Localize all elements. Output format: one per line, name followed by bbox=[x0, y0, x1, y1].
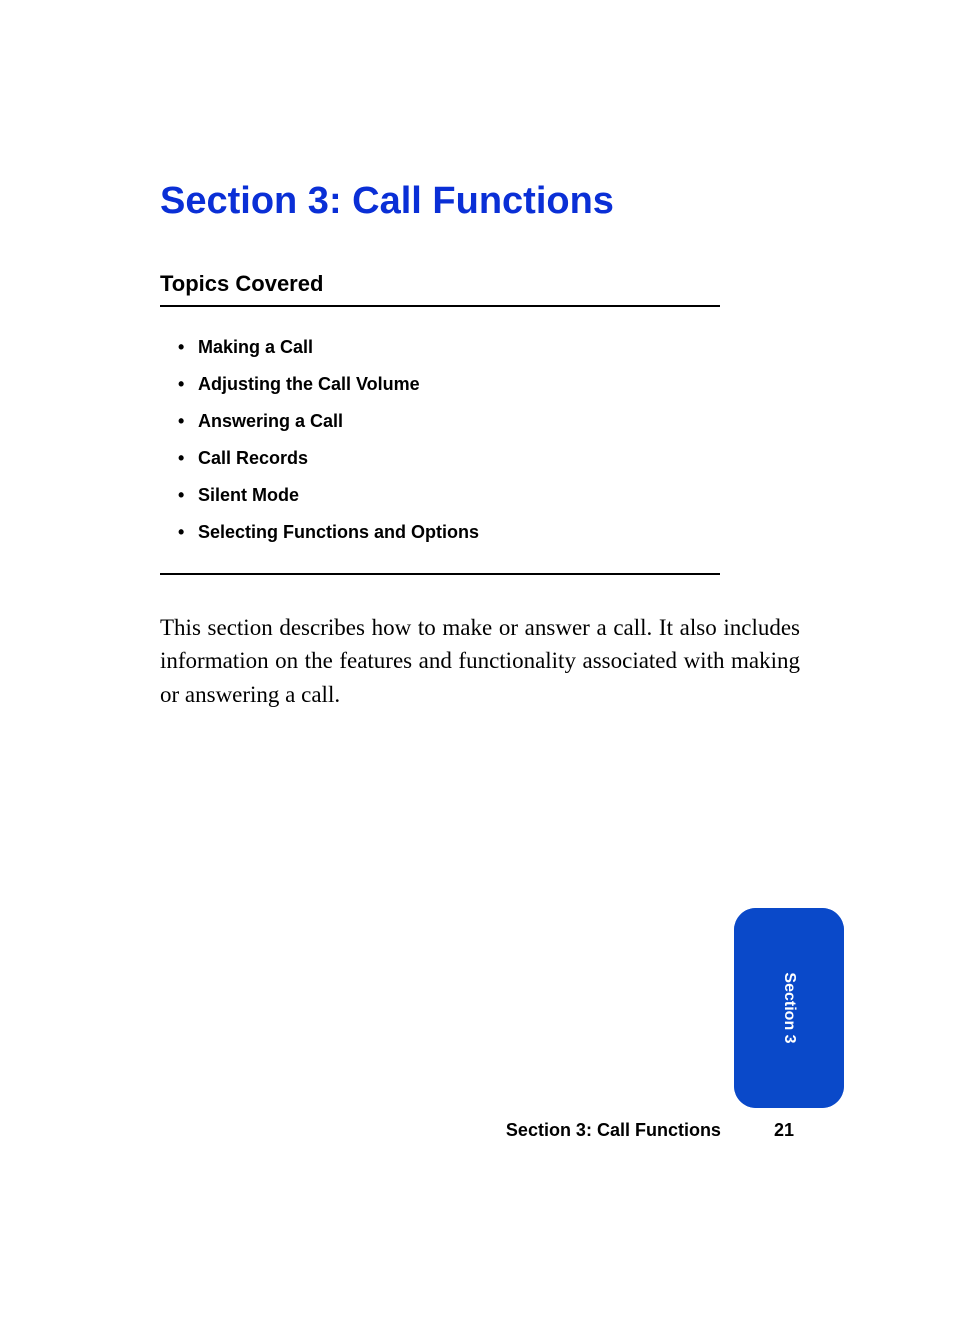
list-item: Adjusting the Call Volume bbox=[178, 374, 844, 395]
topics-covered-heading: Topics Covered bbox=[160, 271, 844, 297]
list-item: Selecting Functions and Options bbox=[178, 522, 844, 543]
page-number: 21 bbox=[774, 1120, 794, 1141]
list-item: Call Records bbox=[178, 448, 844, 469]
page-footer: Section 3: Call Functions 21 bbox=[506, 1120, 794, 1141]
topics-list: Making a Call Adjusting the Call Volume … bbox=[160, 337, 844, 543]
footer-title: Section 3: Call Functions bbox=[506, 1120, 721, 1140]
horizontal-rule bbox=[160, 573, 720, 575]
list-item: Silent Mode bbox=[178, 485, 844, 506]
section-tab: Section 3 bbox=[734, 908, 844, 1108]
section-title: Section 3: Call Functions bbox=[160, 180, 844, 223]
list-item: Making a Call bbox=[178, 337, 844, 358]
list-item: Answering a Call bbox=[178, 411, 844, 432]
horizontal-rule bbox=[160, 305, 720, 307]
section-tab-label: Section 3 bbox=[780, 972, 798, 1043]
section-intro-paragraph: This section describes how to make or an… bbox=[160, 611, 800, 711]
document-page: Section 3: Call Functions Topics Covered… bbox=[0, 0, 954, 1319]
